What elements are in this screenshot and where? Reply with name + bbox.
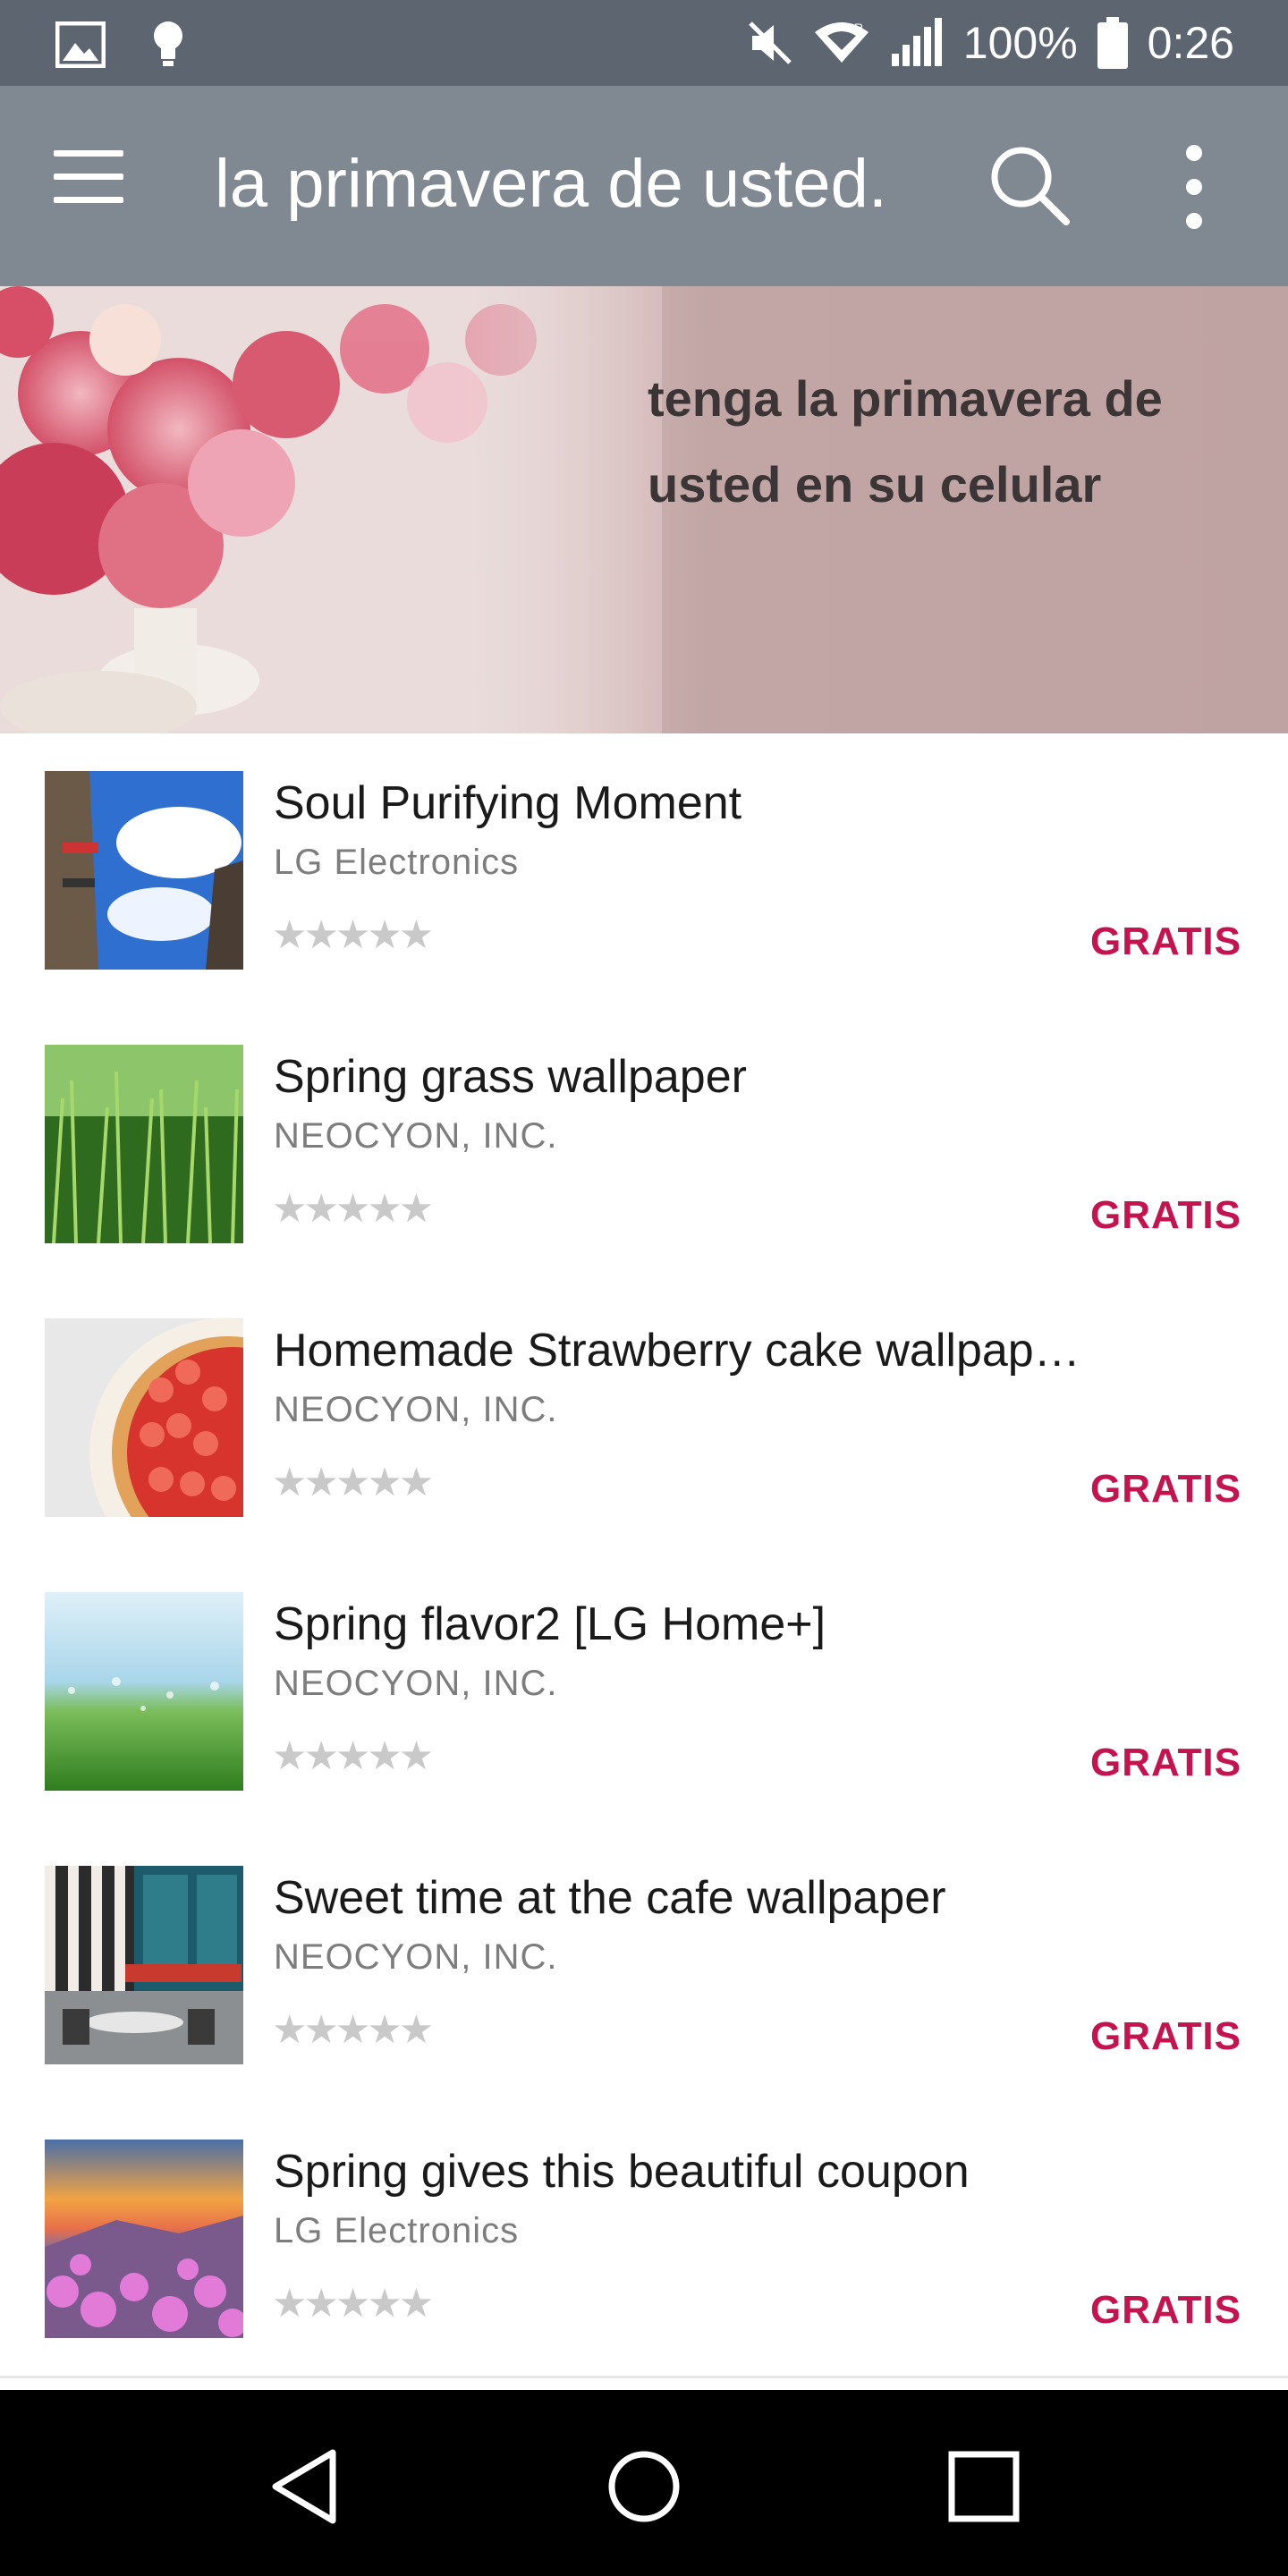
item-publisher: LG Electronics (274, 843, 520, 882)
item-title: Soul Purifying Moment (274, 777, 742, 829)
navigation-bar (0, 2390, 1288, 2576)
bulb-icon (154, 21, 182, 66)
item-title: Spring grass wallpaper (274, 1051, 747, 1103)
status-bar: R 100% 0:26 (0, 0, 1288, 86)
rating-stars: ★★★★★ (272, 913, 434, 957)
list-item[interactable]: Sweet time at the cafe wallpaper NEOCYON… (0, 1828, 1288, 2105)
battery-icon (1097, 17, 1128, 69)
rating-stars: ★★★★★ (272, 1187, 434, 1231)
banner-text: tenga la primavera de usted en su celula… (648, 370, 1163, 513)
rating-stars: ★★★★★ (272, 2282, 434, 2326)
back-icon[interactable] (259, 2442, 349, 2531)
image-icon (55, 21, 106, 68)
thumbnail-image (45, 1866, 243, 2064)
item-title: Spring gives this beautiful coupon (274, 2146, 970, 2198)
page-title: la primavera de usted. (215, 146, 887, 222)
mute-icon (749, 21, 792, 64)
price-label[interactable]: GRATIS (1090, 1467, 1241, 1512)
list-item[interactable]: Soul Purifying Moment LG Electronics ★★★… (0, 733, 1288, 1010)
item-publisher: LG Electronics (274, 2211, 520, 2250)
item-publisher: NEOCYON, INC. (274, 1390, 558, 1429)
clock: 0:26 (1147, 18, 1234, 68)
item-title: Homemade Strawberry cake wallpap… (274, 1325, 1080, 1377)
item-title: Spring flavor2 [LG Home+] (274, 1598, 826, 1650)
item-publisher: NEOCYON, INC. (274, 1664, 558, 1703)
item-publisher: NEOCYON, INC. (274, 1116, 558, 1156)
list-item[interactable]: Spring flavor2 [LG Home+] NEOCYON, INC. … (0, 1555, 1288, 1831)
thumbnail-image (45, 1318, 243, 1517)
flowers-image (0, 286, 662, 733)
wifi-icon: R (814, 21, 869, 63)
rating-stars: ★★★★★ (272, 1734, 434, 1778)
item-title: Sweet time at the cafe wallpaper (274, 1872, 946, 1924)
battery-percent: 100% (962, 18, 1078, 68)
list-item[interactable]: Homemade Strawberry cake wallpap… NEOCYO… (0, 1281, 1288, 1557)
more-vert-icon[interactable] (1172, 145, 1216, 231)
menu-icon[interactable] (54, 150, 134, 222)
rating-stars: ★★★★★ (272, 1461, 434, 1504)
app-bar: la primavera de usted. (0, 86, 1288, 286)
price-label[interactable]: GRATIS (1090, 1193, 1241, 1238)
list-item[interactable]: Spring gives this beautiful coupon LG El… (0, 2102, 1288, 2378)
promo-banner[interactable]: tenga la primavera de usted en su celula… (0, 286, 1288, 733)
search-icon[interactable] (984, 140, 1073, 229)
thumbnail-image (45, 1592, 243, 1791)
home-icon[interactable] (599, 2442, 689, 2531)
price-label[interactable]: GRATIS (1090, 2014, 1241, 2059)
svg-text:R: R (854, 21, 863, 35)
price-label[interactable]: GRATIS (1090, 2288, 1241, 2333)
rating-stars: ★★★★★ (272, 2008, 434, 2052)
thumbnail-image (45, 1045, 243, 1243)
thumbnail-image (45, 771, 243, 970)
list-item[interactable]: Spring grass wallpaper NEOCYON, INC. ★★★… (0, 1007, 1288, 1284)
thumbnail-image (45, 2140, 243, 2338)
price-label[interactable]: GRATIS (1090, 1741, 1241, 1785)
item-publisher: NEOCYON, INC. (274, 1937, 558, 1977)
signal-icon (891, 18, 942, 66)
recents-icon[interactable] (939, 2442, 1029, 2531)
price-label[interactable]: GRATIS (1090, 919, 1241, 964)
